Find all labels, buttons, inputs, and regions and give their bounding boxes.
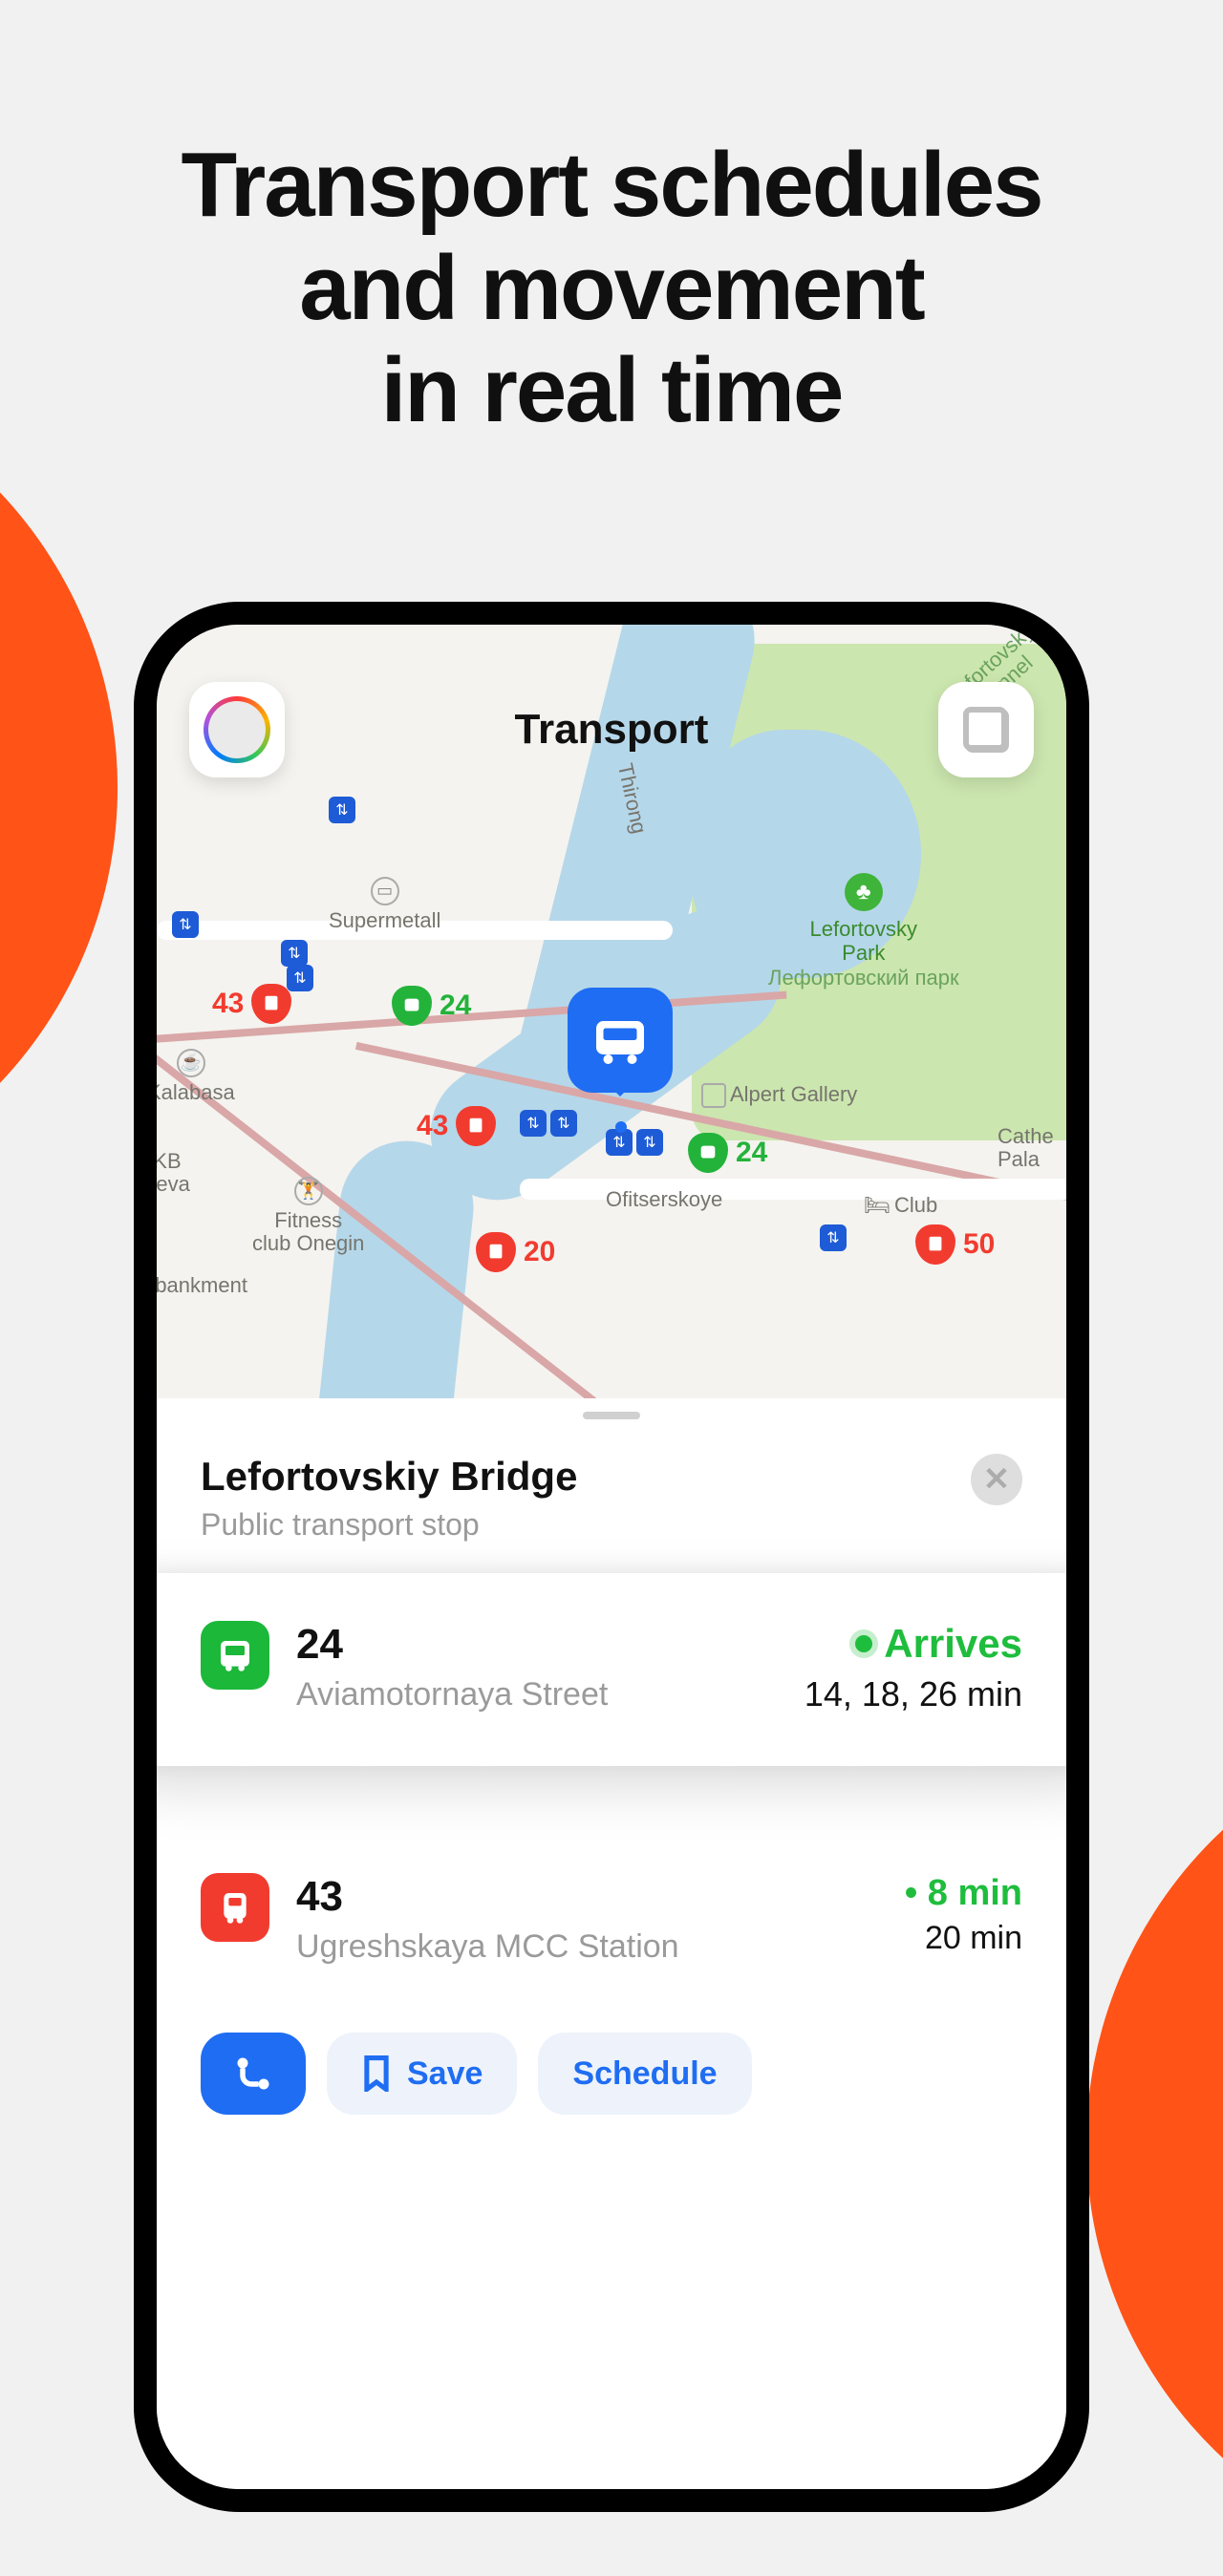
map-title: Transport	[515, 706, 709, 754]
poi-okb: OKB poleva	[157, 1150, 190, 1196]
building-icon: ▭	[371, 877, 399, 905]
route-destination: Ugreshskaya MCC Station	[296, 1928, 878, 1966]
save-button[interactable]: Save	[327, 2033, 517, 2115]
poi-supermetall: ▭Supermetall	[329, 877, 440, 932]
metro-icon: ⇅	[520, 1110, 547, 1137]
schedule-button[interactable]: Schedule	[538, 2033, 751, 2115]
tram-icon	[201, 1873, 269, 1942]
map-canvas[interactable]: ♣ Lefortovsky Park Лефортовский парк ▭Su…	[157, 625, 1066, 1398]
tree-icon: ♣	[845, 873, 883, 911]
route-card[interactable]: 43 Ugreshskaya MCC Station • 8 min 20 mi…	[157, 1833, 1066, 2010]
map-route-43[interactable]: 43	[212, 984, 291, 1024]
page-headline: Transport schedules and movement in real…	[0, 134, 1223, 442]
bookmark-icon	[361, 2055, 392, 2092]
cafe-icon: ☕	[177, 1049, 205, 1077]
close-button[interactable]: ✕	[971, 1454, 1022, 1505]
poi-club: 🛏Club	[864, 1194, 937, 1217]
metro-icon: ⇅	[550, 1110, 577, 1137]
tram-pin-icon	[456, 1106, 496, 1146]
map-route-24[interactable]: 24	[392, 986, 471, 1026]
phone-screen: ♣ Lefortovsky Park Лефортовский парк ▭Su…	[157, 625, 1066, 2489]
next-arrival: • 8 min	[905, 1873, 1022, 1914]
headline-line: Transport schedules	[0, 134, 1223, 237]
poi-kalabasa: ☕Kalabasa	[157, 1049, 235, 1104]
metro-icon: ⇅	[329, 797, 355, 823]
metro-icon: ⇅	[172, 911, 199, 938]
map-route-24[interactable]: 24	[688, 1133, 767, 1173]
poi-onegin: 🏋Fitness club Onegin	[252, 1177, 364, 1255]
selected-stop-pin[interactable]	[568, 988, 673, 1093]
route-number: 43	[296, 1873, 878, 1921]
museum-icon	[701, 1083, 726, 1108]
after-arrival: 20 min	[905, 1920, 1022, 1957]
arrives-label: Arrives	[884, 1621, 1022, 1667]
map-top-row: Transport	[189, 682, 1034, 777]
map-route-50[interactable]: 50	[915, 1224, 995, 1265]
map-route-43[interactable]: 43	[417, 1106, 496, 1146]
park-name-ru: Лефортовский парк	[768, 966, 959, 990]
map-road	[520, 1179, 1066, 1200]
poi-alpert: Alpert Gallery	[701, 1083, 857, 1108]
poi-embankment: mbankment	[157, 1274, 247, 1297]
tram-pin-icon	[251, 984, 291, 1024]
headline-line: and movement	[0, 237, 1223, 340]
selected-stop-dot	[615, 1121, 627, 1133]
route-button[interactable]	[201, 2033, 306, 2115]
route-number: 24	[296, 1621, 778, 1669]
bus-pin-icon	[392, 986, 432, 1026]
bottom-sheet[interactable]: Lefortovskiy Bridge Public transport sto…	[157, 1398, 1066, 2489]
gym-icon: 🏋	[294, 1177, 323, 1205]
route-destination: Aviamotornaya Street	[296, 1676, 778, 1714]
layers-icon	[965, 709, 1007, 751]
bus-icon	[201, 1621, 269, 1690]
headline-line: in real time	[0, 339, 1223, 442]
poi-cath: Cathe Pala	[998, 1125, 1054, 1171]
metro-icon: ⇅	[606, 1129, 633, 1156]
phone-frame: ♣ Lefortovsky Park Лефортовский парк ▭Su…	[134, 602, 1089, 2512]
sheet-header: Lefortovskiy Bridge Public transport sto…	[157, 1419, 1066, 1562]
live-dot-icon	[855, 1635, 872, 1652]
map-park-label: ♣ Lefortovsky Park Лефортовский парк	[768, 873, 959, 990]
sheet-drag-handle[interactable]	[583, 1412, 640, 1419]
bus-pin-icon	[688, 1133, 728, 1173]
poi-ofitserskoye: Ofitserskoye	[606, 1188, 722, 1211]
route-card[interactable]: 24 Aviamotornaya Street Arrives 14, 18, …	[157, 1573, 1066, 1766]
tram-pin-icon	[915, 1224, 955, 1265]
park-name: Lefortovsky Park	[768, 917, 959, 966]
stop-subtitle: Public transport stop	[201, 1507, 577, 1543]
profile-button[interactable]	[189, 682, 285, 777]
tram-pin-icon	[476, 1232, 516, 1272]
map-route-20[interactable]: 20	[476, 1232, 555, 1272]
avatar-ring-icon	[204, 696, 270, 763]
stop-title: Lefortovskiy Bridge	[201, 1454, 577, 1500]
layers-button[interactable]	[938, 682, 1034, 777]
metro-icon: ⇅	[281, 940, 308, 967]
route-list: 24 Aviamotornaya Street Arrives 14, 18, …	[157, 1573, 1066, 2010]
metro-icon: ⇅	[820, 1224, 847, 1251]
action-row: Save Schedule	[157, 2010, 1066, 2138]
close-icon: ✕	[983, 1460, 1011, 1499]
arrival-times: 14, 18, 26 min	[805, 1674, 1022, 1714]
bed-icon: 🛏	[864, 1193, 890, 1217]
route-icon	[232, 2053, 274, 2095]
metro-icon: ⇅	[636, 1129, 663, 1156]
